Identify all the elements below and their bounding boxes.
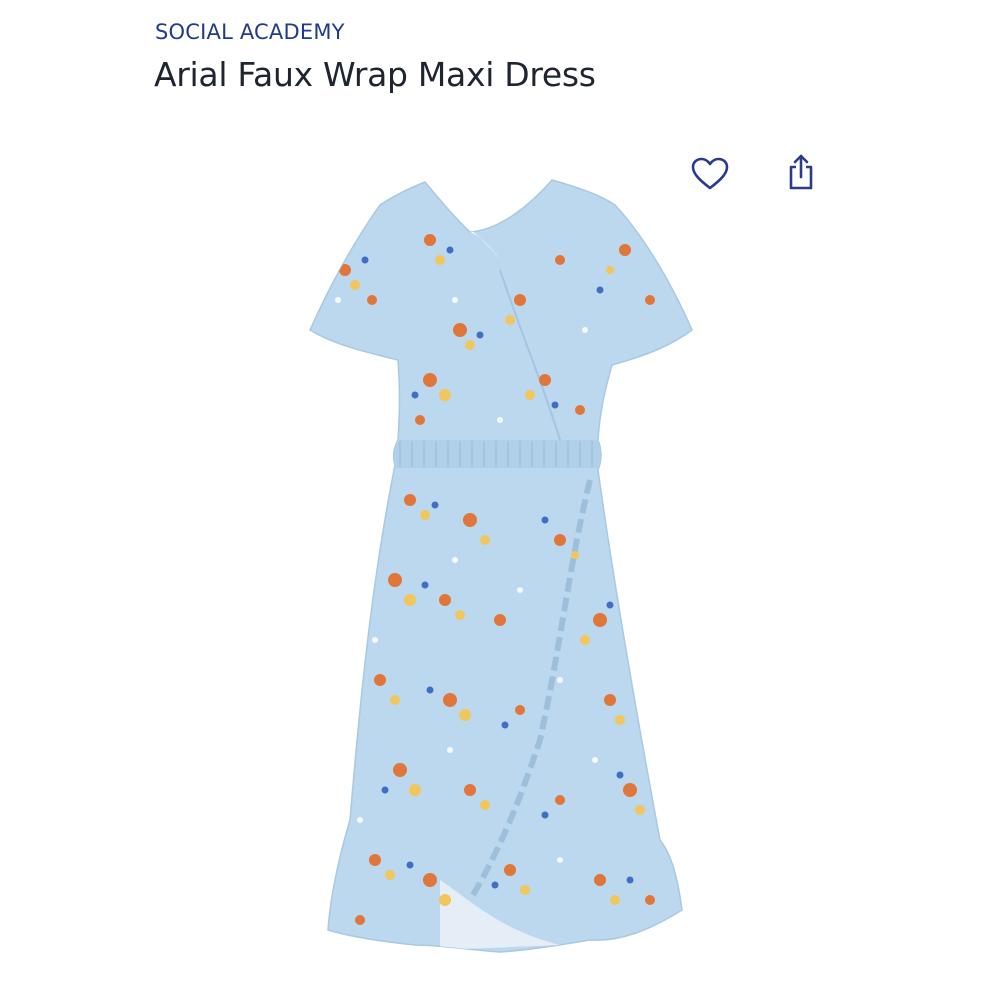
product-page: SOCIAL ACADEMY Arial Faux Wrap Maxi Dres…	[0, 0, 1000, 1000]
product-image[interactable]	[290, 160, 710, 960]
product-title: Arial Faux Wrap Maxi Dress	[154, 55, 596, 94]
brand-link[interactable]: SOCIAL ACADEMY	[155, 20, 345, 44]
share-icon	[789, 154, 813, 190]
share-button[interactable]	[779, 150, 823, 194]
